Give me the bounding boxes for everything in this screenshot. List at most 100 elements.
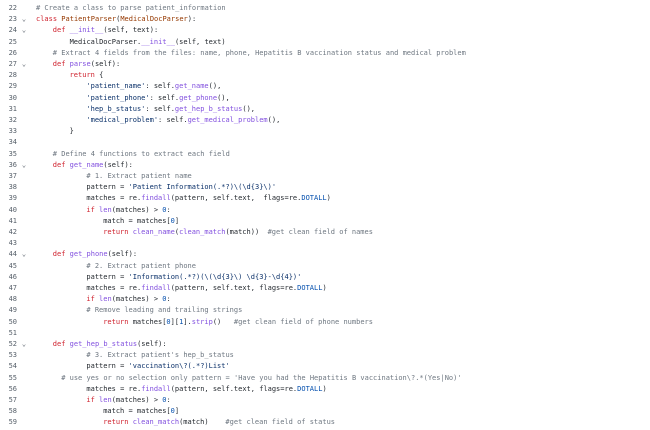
code-line[interactable]: 25 MedicalDocParser.__init__(self, text) — [0, 37, 650, 48]
code-token: strip — [191, 317, 213, 326]
fold-chevron-icon[interactable]: ⌄ — [20, 249, 28, 260]
code-token: class — [36, 15, 62, 24]
code-line[interactable]: 56 matches = re.findall(pattern, self.tex… — [0, 384, 650, 395]
code-editor[interactable]: 22 # Create a class to parse patient_info… — [0, 0, 650, 430]
code-line[interactable]: 55 # use yes or no selection only pattern… — [0, 373, 650, 384]
code-token: (self, text): — [103, 26, 159, 35]
code-token: (), — [242, 104, 256, 113]
code-token: len — [99, 205, 112, 214]
code-token: def — [52, 26, 70, 35]
code-line[interactable]: 45 # 2. Extract patient phone — [0, 261, 650, 272]
fold-chevron-icon[interactable]: ⌄ — [20, 160, 28, 171]
code-line[interactable]: 36 ⌄ def get_name(self): — [0, 160, 650, 171]
code-line[interactable]: 40 if len(matches) > 0: — [0, 205, 650, 216]
code-text: def __init__(self, text): — [53, 25, 158, 36]
code-line[interactable]: 35 # Define 4 functions to extract each f… — [0, 149, 650, 160]
code-token: if — [86, 295, 100, 304]
code-token: : — [166, 295, 171, 304]
code-line[interactable]: 22 # Create a class to parse patient_info… — [0, 3, 650, 14]
code-token: (self): — [103, 160, 133, 169]
code-line[interactable]: 48 if len(matches) > 0: — [0, 294, 650, 305]
code-token: (matches) > — [111, 295, 163, 304]
code-token: findall — [141, 284, 171, 292]
line-number: 25 — [8, 37, 17, 46]
code-line[interactable]: 39 matches = re.findall(pattern, self.tex… — [0, 193, 650, 204]
code-token: { — [99, 71, 104, 80]
code-line[interactable]: 26 # Extract 4 fields from the files: nam… — [0, 48, 650, 59]
code-token: # Define 4 functions to extract each fie… — [52, 149, 230, 158]
code-line[interactable]: 32 'medical_problem': self.get_medical_pr… — [0, 115, 650, 126]
code-line[interactable]: 28 return { — [0, 70, 650, 81]
code-token: (pattern, self.text, flags=re. — [170, 384, 298, 393]
code-line[interactable]: 54 pattern = 'vaccination\?(.*?)List' — [0, 361, 650, 372]
line-number: 43 — [8, 239, 17, 248]
code-line[interactable]: 29 'patient_name': self.get_name(), — [0, 81, 650, 92]
line-number: 34 — [8, 138, 17, 147]
code-token: DOTALL — [297, 284, 323, 292]
code-line[interactable]: 52 ⌄ def get_hep_b_status(self): — [0, 339, 650, 350]
code-line[interactable]: 57 if len(matches) > 0: — [0, 395, 650, 406]
code-token: () — [212, 317, 234, 326]
code-line[interactable]: 30 'patient_phone': self.get_phone(), — [0, 93, 650, 104]
code-token: : self. — [158, 116, 188, 124]
code-line[interactable]: 51 — [0, 328, 650, 339]
code-token: MedicalDocParser — [120, 15, 188, 24]
code-token: ]. — [183, 317, 192, 326]
code-token: MedicalDocParser. — [69, 37, 142, 46]
line-number: 37 — [8, 172, 17, 180]
line-number: 49 — [8, 306, 17, 315]
code-line[interactable]: 27 ⌄ def parse(self): — [0, 59, 650, 70]
code-token: get_phone — [179, 93, 218, 102]
fold-chevron-icon[interactable]: ⌄ — [20, 59, 28, 70]
code-line[interactable]: 23 ⌄ class PatientParser(MedicalDocParser)… — [0, 14, 650, 25]
code-line[interactable]: 43 — [0, 238, 650, 249]
code-text: 'patient_phone': self.get_phone(), — [86, 93, 229, 104]
code-line[interactable]: 49 # Remove leading and trailing strings — [0, 305, 650, 316]
code-token: DOTALL — [301, 194, 327, 203]
code-text: return clean_name(clean_match(match)) #g… — [103, 227, 373, 238]
code-line[interactable]: 33} — [0, 126, 650, 137]
fold-chevron-icon[interactable]: ⌄ — [20, 339, 28, 350]
code-line[interactable]: 37 # 1. Extract patient name — [0, 171, 650, 182]
line-number: 47 — [8, 284, 17, 292]
code-token: return — [103, 228, 133, 236]
code-token: parse — [69, 60, 91, 68]
code-line[interactable]: 41 match = matches[0] — [0, 216, 650, 227]
code-text: matches = re.findall(pattern, self.text,… — [86, 283, 326, 294]
code-line[interactable]: 59 return clean_match(match) #get clean f… — [0, 417, 650, 428]
line-number: 55 — [8, 373, 17, 382]
code-line[interactable]: 31 'hep_b_status': self.get_hep_b_status(… — [0, 104, 650, 115]
code-line[interactable]: 47 matches = re.findall(pattern, self.tex… — [0, 283, 650, 294]
code-line[interactable]: 46 pattern = 'Information(.*?)(\(\d{3}\) … — [0, 272, 650, 283]
code-token: ][ — [170, 317, 180, 326]
code-token: def — [52, 250, 70, 259]
code-token: clean_match — [179, 228, 226, 236]
code-token: # Remove leading and trailing strings — [86, 306, 243, 315]
code-text: class PatientParser(MedicalDocParser): — [36, 14, 196, 25]
code-line[interactable]: 38 pattern = 'Patient Information(.*?)\(\… — [0, 182, 650, 193]
code-token: (match) — [179, 418, 226, 427]
code-token: (self): — [90, 60, 121, 68]
code-token: 'medical_problem' — [86, 116, 159, 124]
code-line[interactable]: 42 return clean_name(clean_match(match)) … — [0, 227, 650, 238]
code-token: 'vaccination\?(.*?)List' — [128, 362, 230, 371]
code-text: # 2. Extract patient phone — [86, 261, 196, 272]
code-text: match = matches[0] — [103, 216, 179, 227]
code-token: return — [103, 317, 133, 326]
code-line[interactable]: 34 — [0, 137, 650, 148]
code-token: def — [52, 60, 70, 68]
code-token: (self): — [107, 250, 138, 259]
code-token: # 2. Extract patient phone — [86, 261, 196, 270]
fold-chevron-icon[interactable]: ⌄ — [20, 14, 28, 25]
code-line[interactable]: 58 match = matches[0] — [0, 406, 650, 417]
code-line[interactable]: 50 return matches[0][1].strip() #get clea… — [0, 317, 650, 328]
code-token: : self. — [145, 82, 175, 91]
fold-chevron-icon[interactable]: ⌄ — [20, 25, 28, 36]
code-text: if len(matches) > 0: — [86, 294, 170, 305]
code-line[interactable]: 44 ⌄ def get_phone(self): — [0, 249, 650, 260]
code-token: 'Information(.*?)(\(\d{3}\) \d{3}-\d{4})… — [128, 272, 302, 281]
line-number: 27 — [8, 60, 17, 68]
code-line[interactable]: 24 ⌄ def __init__(self, text): — [0, 25, 650, 36]
code-token: findall — [141, 384, 171, 393]
code-line[interactable]: 53 # 3. Extract patient's hep_b_status — [0, 350, 650, 361]
